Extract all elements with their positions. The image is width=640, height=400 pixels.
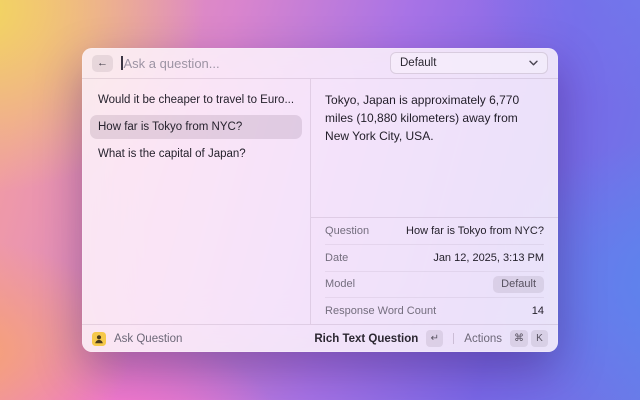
response-text: Tokyo, Japan is approximately 6,770 mile… bbox=[311, 79, 558, 217]
question-list-item[interactable]: What is the capital of Japan? bbox=[90, 142, 302, 166]
metadata-row-date: Date Jan 12, 2025, 3:13 PM bbox=[325, 244, 544, 271]
ask-question-app-icon bbox=[92, 332, 106, 346]
question-list-item[interactable]: Would it be cheaper to travel to Euro... bbox=[90, 88, 302, 112]
primary-action-label[interactable]: Rich Text Question bbox=[314, 333, 418, 345]
app-label: Ask Question bbox=[114, 333, 182, 345]
metadata-label: Model bbox=[325, 278, 355, 290]
footer-divider bbox=[453, 333, 454, 344]
question-list-item-selected[interactable]: How far is Tokyo from NYC? bbox=[90, 115, 302, 139]
command-key-icon[interactable]: ⌘ bbox=[510, 330, 528, 347]
actions-shortcut: ⌘ K bbox=[510, 330, 548, 347]
metadata-value: 14 bbox=[532, 305, 544, 317]
actions-menu-label[interactable]: Actions bbox=[464, 333, 502, 345]
metadata-row-question: Question How far is Tokyo from NYC? bbox=[325, 218, 544, 244]
chevron-down-icon bbox=[529, 60, 538, 66]
question-search-input[interactable]: Ask a question... bbox=[121, 56, 382, 71]
content-area: Would it be cheaper to travel to Euro...… bbox=[82, 79, 558, 324]
model-dropdown[interactable]: Default bbox=[390, 52, 548, 74]
model-badge: Default bbox=[493, 276, 544, 293]
metadata-value: Jan 12, 2025, 3:13 PM bbox=[433, 252, 544, 264]
model-dropdown-value: Default bbox=[400, 57, 436, 69]
ask-question-window: ← Ask a question... Default Would it be … bbox=[82, 48, 558, 352]
k-key[interactable]: K bbox=[531, 330, 548, 347]
search-header: ← Ask a question... Default bbox=[82, 48, 558, 79]
back-button[interactable]: ← bbox=[92, 55, 113, 72]
text-cursor bbox=[121, 56, 123, 70]
metadata-label: Date bbox=[325, 252, 348, 264]
detail-panel: Tokyo, Japan is approximately 6,770 mile… bbox=[311, 79, 558, 324]
search-placeholder: Ask a question... bbox=[124, 56, 220, 71]
metadata-label: Question bbox=[325, 225, 369, 237]
action-bar: Ask Question Rich Text Question ↵ Action… bbox=[82, 324, 558, 352]
return-key-icon[interactable]: ↵ bbox=[426, 330, 443, 347]
metadata-row-word-count: Response Word Count 14 bbox=[325, 297, 544, 324]
metadata-value: How far is Tokyo from NYC? bbox=[406, 225, 544, 237]
arrow-left-icon: ← bbox=[97, 57, 108, 69]
metadata-label: Response Word Count bbox=[325, 305, 436, 317]
metadata-section: Question How far is Tokyo from NYC? Date… bbox=[311, 217, 558, 324]
question-list: Would it be cheaper to travel to Euro...… bbox=[82, 79, 311, 324]
metadata-row-model: Model Default bbox=[325, 271, 544, 298]
